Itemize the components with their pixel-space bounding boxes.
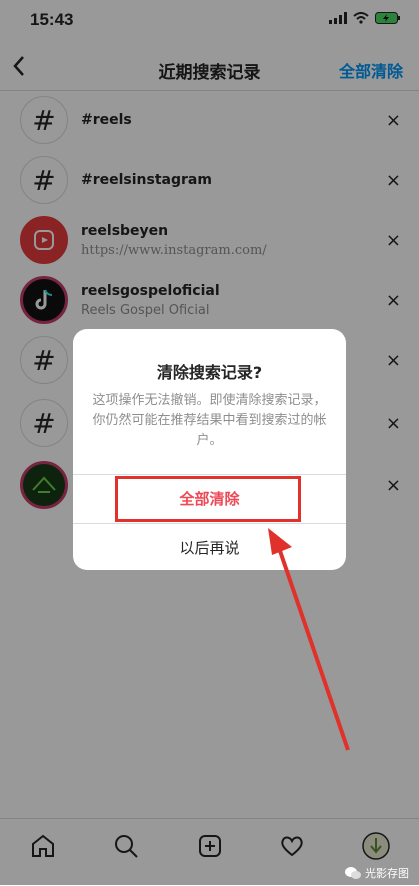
watermark-text: 光影存图 <box>365 867 409 880</box>
highlight-box <box>115 476 301 522</box>
annotation-arrow-icon <box>268 528 350 751</box>
dialog-title: 清除搜索记录? <box>156 363 263 382</box>
watermark: 光影存图 <box>345 865 409 881</box>
dialog-message: 这项操作无法撤销。即使清除搜索记录，你仍然可能在推荐结果中看到搜索过的帐户。 <box>92 393 327 448</box>
wechat-icon <box>345 867 361 879</box>
